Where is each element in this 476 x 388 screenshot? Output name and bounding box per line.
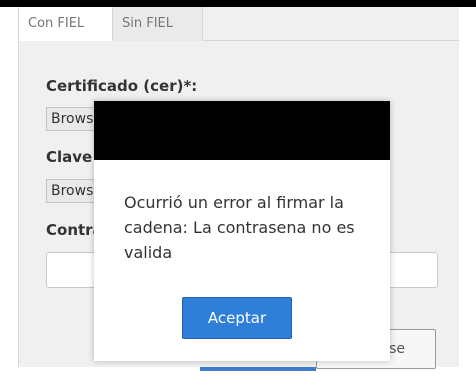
accept-button[interactable]: Aceptar (182, 297, 292, 339)
error-dialog: Ocurrió un error al firmar la cadena: La… (94, 101, 390, 361)
error-message: Ocurrió un error al firmar la cadena: La… (124, 193, 355, 262)
tab-con-fiel[interactable]: Con FIEL (19, 7, 113, 41)
tab-bar: Con FIEL Sin FIEL (19, 7, 459, 41)
submit-button-edge (200, 367, 316, 371)
cert-label: Certificado (cer)*: (46, 77, 198, 95)
tab-sin-fiel[interactable]: Sin FIEL (113, 7, 203, 41)
tab-divider (203, 40, 459, 41)
top-bar (0, 0, 476, 7)
dialog-header (94, 101, 390, 160)
